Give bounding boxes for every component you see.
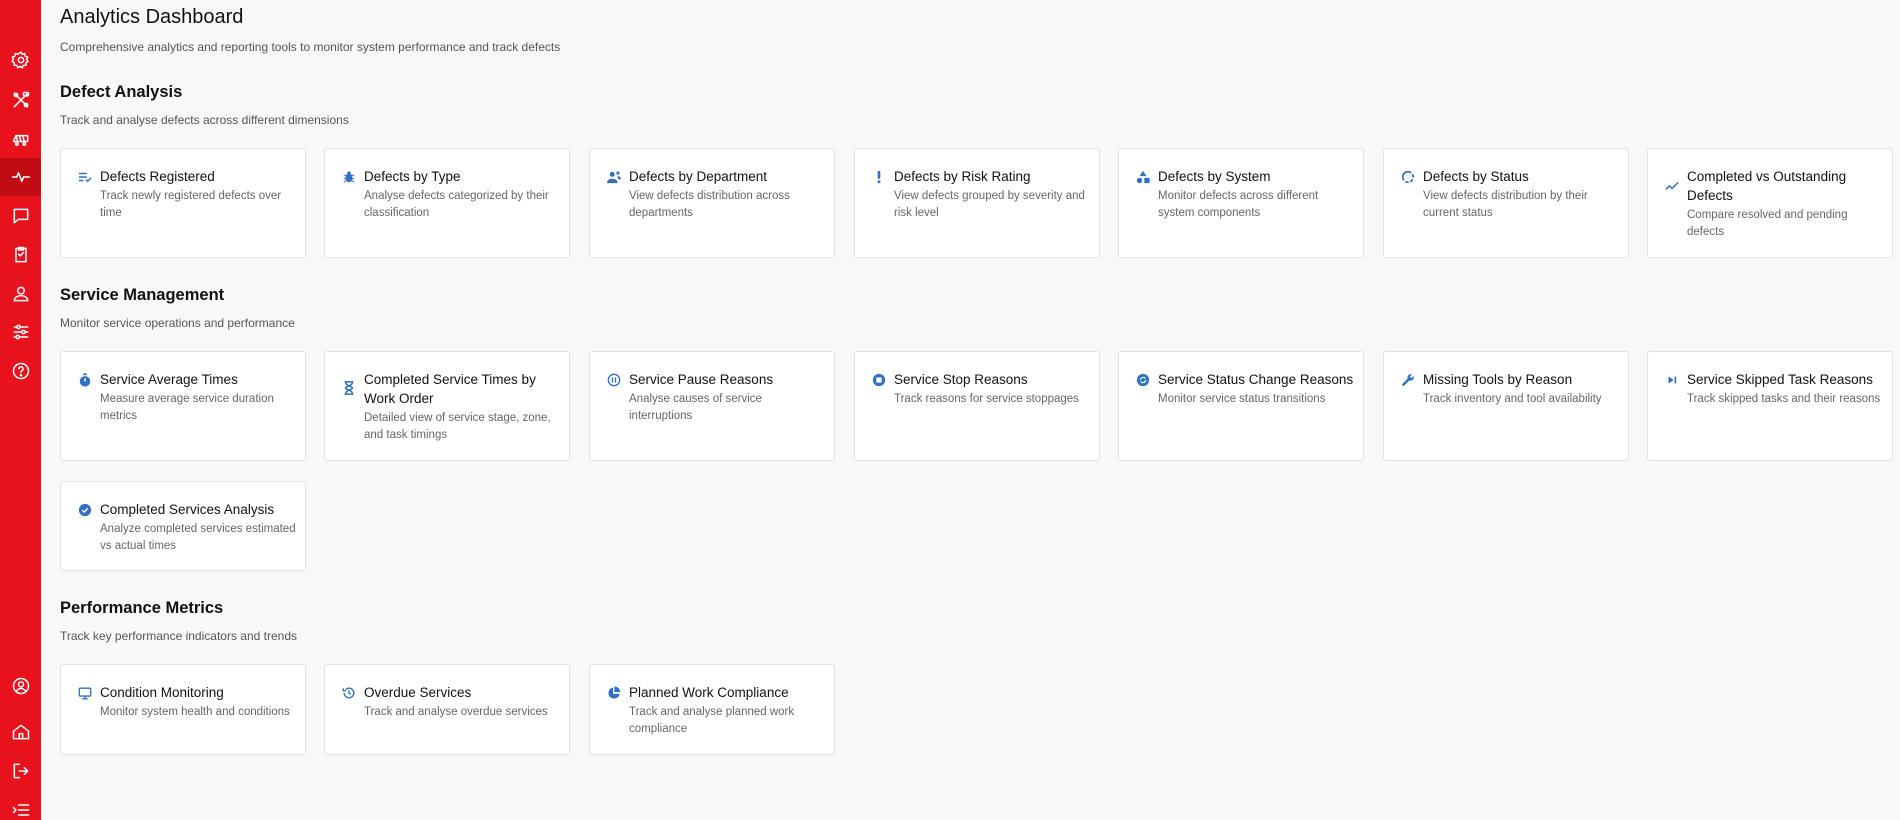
hourglass-icon: [341, 380, 356, 395]
card-description: Monitor system health and conditions: [100, 706, 290, 718]
section-subtitle-defect-analysis: Track and analyse defects across differe…: [60, 113, 349, 127]
card-title: Overdue Services: [364, 685, 472, 700]
card-description: Measure average service duration metrics: [100, 393, 274, 422]
sliders-icon[interactable]: [0, 313, 41, 351]
card-service-pause-reasons[interactable]: Service Pause Reasons Analyse causes of …: [589, 351, 835, 461]
card-title: Service Status Change Reasons: [1158, 372, 1354, 387]
card-title: Condition Monitoring: [100, 685, 224, 700]
tools-icon[interactable]: [0, 81, 41, 119]
page-subtitle: Comprehensive analytics and reporting to…: [60, 40, 561, 54]
card-service-stop-reasons[interactable]: Service Stop Reasons Track reasons for s…: [854, 351, 1100, 461]
history-icon: [341, 685, 356, 700]
clipboard-icon[interactable]: [0, 236, 41, 274]
card-completed-vs-outstanding[interactable]: Completed vs Outstanding Defects Compare…: [1647, 148, 1893, 258]
section-title-defect-analysis: Defect Analysis: [60, 83, 183, 101]
shapes-icon: [1135, 169, 1150, 184]
card-description: Track inventory and tool availability: [1423, 393, 1602, 405]
card-description: Analyse causes of service interruptions: [629, 393, 762, 422]
card-title: Defects by Status: [1423, 169, 1529, 184]
card-overdue-services[interactable]: Overdue Services Track and analyse overd…: [324, 664, 570, 755]
status-ring-icon: [1400, 169, 1415, 184]
section-subtitle-performance-metrics: Track key performance indicators and tre…: [60, 629, 297, 643]
card-missing-tools-by-reason[interactable]: Missing Tools by Reason Track inventory …: [1383, 351, 1629, 461]
card-title: Defects by Type: [364, 169, 461, 184]
user-icon[interactable]: [0, 275, 41, 313]
page-title: Analytics Dashboard: [60, 6, 244, 28]
pause-circle-icon: [606, 372, 621, 387]
card-description: Compare resolved and pending defects: [1687, 209, 1848, 238]
card-title: Defects by System: [1158, 169, 1271, 184]
wrench-icon: [1400, 372, 1415, 387]
check-circle-icon: [77, 502, 92, 517]
card-title: Planned Work Compliance: [629, 685, 789, 700]
menu-collapse-icon[interactable]: [0, 791, 41, 820]
card-title: Service Pause Reasons: [629, 372, 774, 387]
card-description: View defects distribution by their curre…: [1423, 190, 1588, 219]
card-title: Defects by Department: [629, 169, 768, 184]
sidebar-nav: [0, 0, 41, 820]
card-title: Missing Tools by Reason: [1423, 372, 1573, 387]
card-title: Completed vs Outstanding Defects: [1687, 169, 1847, 203]
chat-icon[interactable]: [0, 197, 41, 235]
help-icon[interactable]: [0, 352, 41, 390]
section-subtitle-service-management: Monitor service operations and performan…: [60, 316, 295, 330]
card-title: Completed Service Times by Work Order: [364, 372, 536, 406]
card-completed-service-times[interactable]: Completed Service Times by Work Order De…: [324, 351, 570, 461]
card-description: View defects distribution across departm…: [629, 190, 790, 219]
card-description: Monitor service status transitions: [1158, 393, 1326, 405]
card-defects-registered[interactable]: Defects Registered Track newly registere…: [60, 148, 306, 258]
exclamation-icon: [871, 169, 886, 184]
section-title-performance-metrics: Performance Metrics: [60, 599, 224, 617]
card-description: View defects grouped by severity and ris…: [894, 190, 1085, 219]
bug-icon: [341, 169, 356, 184]
card-description: Track newly registered defects over time: [100, 190, 282, 219]
card-defects-by-department[interactable]: Defects by Department View defects distr…: [589, 148, 835, 258]
logout-icon[interactable]: [0, 752, 41, 790]
card-description: Analyze completed services estimated vs …: [100, 523, 296, 552]
trend-line-icon: [1664, 177, 1679, 192]
card-title: Service Average Times: [100, 372, 238, 387]
card-title: Defects Registered: [100, 169, 215, 184]
card-defects-by-system[interactable]: Defects by System Monitor defects across…: [1118, 148, 1364, 258]
card-title: Service Skipped Task Reasons: [1687, 372, 1873, 387]
profile-icon[interactable]: [0, 667, 41, 705]
card-description: Analyse defects categorized by their cla…: [364, 190, 549, 219]
card-service-status-change-reasons[interactable]: Service Status Change Reasons Monitor se…: [1118, 351, 1364, 461]
card-description: Track and analyse overdue services: [364, 706, 548, 718]
card-service-average-times[interactable]: Service Average Times Measure average se…: [60, 351, 306, 461]
card-description: Detailed view of service stage, zone, an…: [364, 412, 551, 441]
home-icon[interactable]: [0, 713, 41, 751]
card-title: Service Stop Reasons: [894, 372, 1028, 387]
stopwatch-icon: [77, 372, 92, 387]
card-defects-by-risk-rating[interactable]: Defects by Risk Rating View defects grou…: [854, 148, 1100, 258]
change-circle-icon: [1135, 372, 1150, 387]
stop-circle-icon: [871, 372, 886, 387]
card-planned-work-compliance[interactable]: Planned Work Compliance Track and analys…: [589, 664, 835, 755]
skip-next-icon: [1664, 372, 1679, 387]
card-title: Defects by Risk Rating: [894, 169, 1031, 184]
section-title-service-management: Service Management: [60, 286, 225, 304]
card-description: Monitor defects across different system …: [1158, 190, 1319, 219]
train-icon[interactable]: [0, 120, 41, 158]
list-check-icon: [77, 169, 92, 184]
card-condition-monitoring[interactable]: Condition Monitoring Monitor system heal…: [60, 664, 306, 755]
settings-gear-icon[interactable]: [0, 41, 41, 79]
people-icon: [606, 169, 621, 184]
card-service-skipped-task-reasons[interactable]: Service Skipped Task Reasons Track skipp…: [1647, 351, 1893, 461]
card-description: Track and analyse planned work complianc…: [629, 706, 795, 735]
card-defects-by-type[interactable]: Defects by Type Analyse defects categori…: [324, 148, 570, 258]
card-title: Completed Services Analysis: [100, 502, 275, 517]
pie-chart-icon: [606, 685, 621, 700]
card-completed-services-analysis[interactable]: Completed Services Analysis Analyze comp…: [60, 481, 306, 571]
card-description: Track reasons for service stoppages: [894, 393, 1079, 405]
analytics-pulse-icon[interactable]: [0, 158, 41, 196]
card-description: Track skipped tasks and their reasons: [1687, 393, 1881, 405]
card-defects-by-status[interactable]: Defects by Status View defects distribut…: [1383, 148, 1629, 258]
monitor-icon: [77, 685, 92, 700]
